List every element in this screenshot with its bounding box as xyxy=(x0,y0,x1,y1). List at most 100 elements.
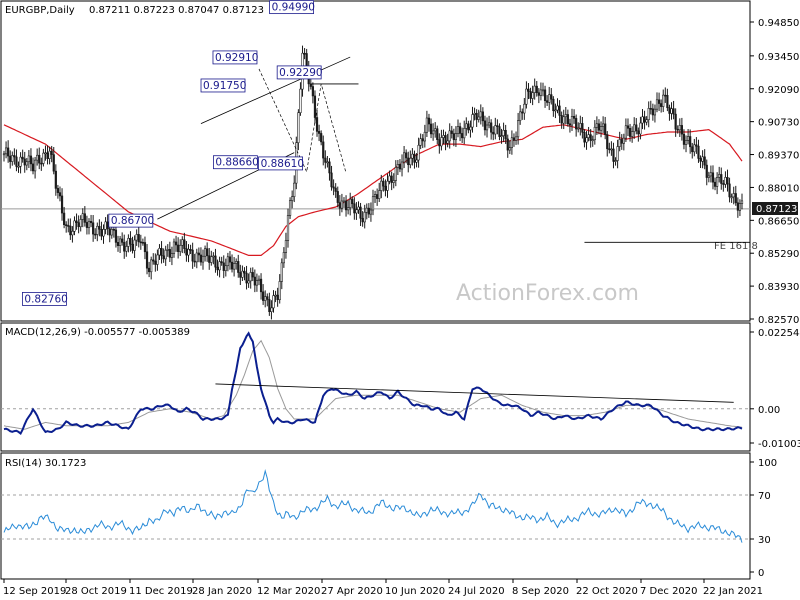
candle-body xyxy=(496,125,499,127)
candle-body xyxy=(133,239,136,251)
x-tick-label: 24 Jul 2020 xyxy=(448,586,505,597)
candle-body xyxy=(162,255,165,260)
candle-body xyxy=(678,125,681,131)
candle-body xyxy=(92,222,95,235)
candle-body xyxy=(535,85,538,93)
candle-body xyxy=(566,114,569,125)
candle-body xyxy=(181,239,184,246)
candle-body xyxy=(318,131,321,134)
candle-body xyxy=(276,294,279,300)
candle-body xyxy=(589,134,592,141)
price-chart-ohlc: 0.87211 0.87223 0.87047 0.87123 xyxy=(89,5,264,16)
candle-body xyxy=(249,272,252,282)
rsi-y-tick-label: 30 xyxy=(758,535,771,546)
candle-body xyxy=(160,248,163,257)
candle-body xyxy=(713,181,717,187)
candle-body xyxy=(21,156,24,160)
x-tick-label: 27 Apr 2020 xyxy=(321,586,383,597)
candle-body xyxy=(730,196,733,199)
candle-body xyxy=(427,117,431,125)
candle-body xyxy=(247,280,250,284)
candle-body xyxy=(587,134,590,138)
candle-body xyxy=(241,270,244,278)
candle-body xyxy=(150,259,153,273)
candle-body xyxy=(724,177,727,185)
candle-body xyxy=(456,126,460,134)
candle-body xyxy=(676,128,679,131)
candle-body xyxy=(17,165,20,168)
candle-body xyxy=(373,194,377,198)
x-tick-label: 22 Jan 2021 xyxy=(703,586,763,597)
x-tick-label: 7 Dec 2020 xyxy=(640,586,698,597)
candle-body xyxy=(274,294,277,297)
candle-body xyxy=(436,128,439,140)
candle-body xyxy=(116,242,120,246)
candle-body xyxy=(199,254,203,263)
rsi-y-tick-label: 70 xyxy=(758,491,771,502)
price-annotation-label: 0.88660 xyxy=(215,157,258,169)
candle-body xyxy=(633,124,636,132)
candle-body xyxy=(521,111,524,114)
candle-body xyxy=(11,155,14,162)
candle-body xyxy=(541,89,545,92)
candle-body xyxy=(81,213,84,220)
candle-body xyxy=(585,137,588,143)
x-tick-label: 10 Jun 2020 xyxy=(385,586,445,597)
candle-body xyxy=(191,249,194,262)
candle-body xyxy=(693,144,696,153)
candle-body xyxy=(463,128,466,139)
price-y-tick-label: 0.89370 xyxy=(758,151,799,162)
price-y-tick-label: 0.90730 xyxy=(758,118,799,129)
macd-title: MACD(12,26,9) -0.005577 -0.005389 xyxy=(5,327,190,338)
candle-body xyxy=(371,196,375,211)
candle-body xyxy=(349,198,352,208)
candle-body xyxy=(711,172,715,183)
candle-body xyxy=(42,152,45,164)
candle-body xyxy=(187,249,190,256)
candle-body xyxy=(687,136,690,141)
candle-body xyxy=(517,120,520,138)
candle-body xyxy=(129,238,132,245)
candle-body xyxy=(328,161,331,174)
candle-body xyxy=(593,126,596,141)
candle-body xyxy=(272,295,275,309)
candle-body xyxy=(284,240,288,253)
candle-body xyxy=(452,133,455,141)
candle-body xyxy=(695,144,698,147)
candle-body xyxy=(548,94,551,103)
candle-body xyxy=(639,122,642,135)
candle-body xyxy=(127,238,130,247)
candle-body xyxy=(243,270,246,274)
x-tick-label: 28 Jan 2020 xyxy=(192,586,252,597)
candle-body xyxy=(564,114,567,118)
candle-body xyxy=(432,130,435,135)
candle-body xyxy=(498,126,501,137)
candle-body xyxy=(684,140,688,145)
candle-body xyxy=(657,99,661,104)
price-chart-symbol: EURGBP,Daily xyxy=(5,5,75,16)
rsi-y-tick-label: 0 xyxy=(758,568,764,579)
candle-body xyxy=(282,252,285,264)
date-x-axis: 12 Sep 201928 Oct 2019 11 Dec 2019 28 Jan … xyxy=(3,579,763,597)
candle-body xyxy=(87,220,91,228)
candle-body xyxy=(110,229,113,236)
candle-body xyxy=(69,225,72,236)
candle-body xyxy=(740,200,744,204)
candle-body xyxy=(597,123,601,131)
candle-body xyxy=(369,209,373,215)
macd-y-tick-label: 0.022544 xyxy=(758,328,800,339)
candle-body xyxy=(510,137,513,148)
candle-body xyxy=(738,203,742,211)
candle-body xyxy=(154,260,157,265)
candle-body xyxy=(494,125,497,135)
candle-body xyxy=(40,162,43,165)
candle-body xyxy=(616,146,619,161)
candle-body xyxy=(533,85,536,93)
candle-body xyxy=(214,255,217,268)
candle-body xyxy=(106,221,109,230)
candle-body xyxy=(610,148,613,151)
candle-body xyxy=(448,130,451,142)
candle-body xyxy=(233,263,236,270)
candle-body xyxy=(121,238,124,243)
candle-body xyxy=(177,244,180,252)
